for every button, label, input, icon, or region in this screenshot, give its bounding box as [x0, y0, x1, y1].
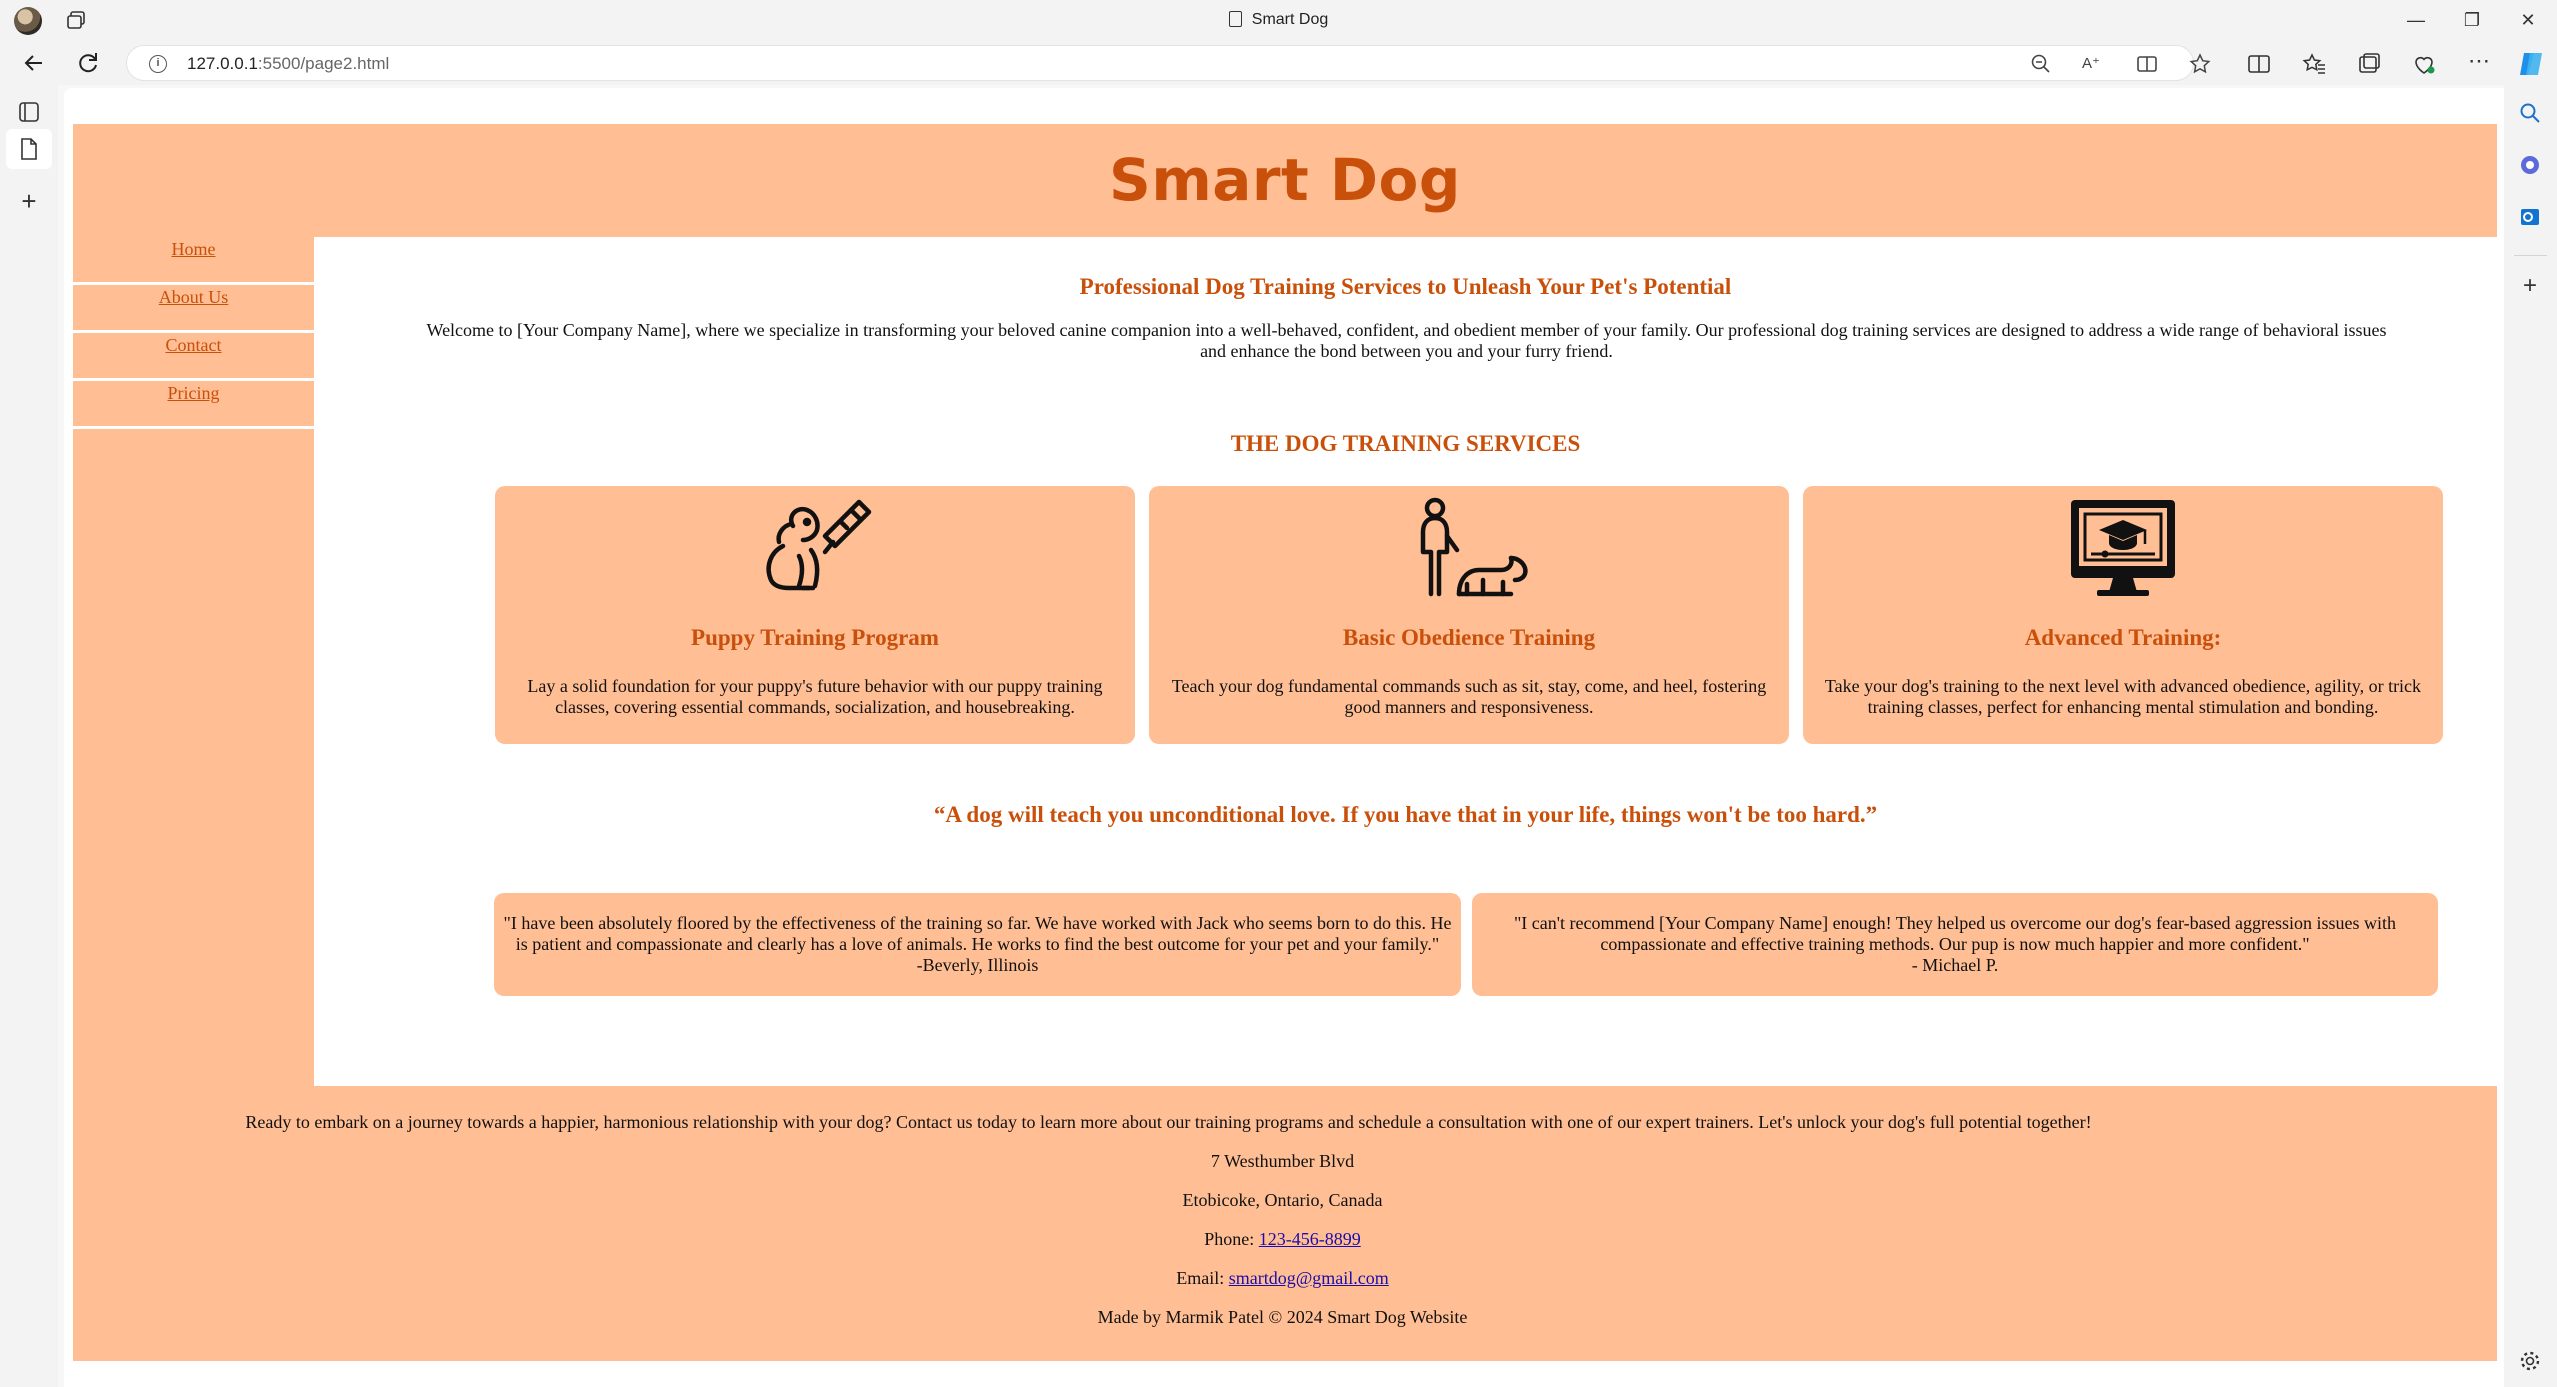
nav-item-about-us: About Us: [73, 285, 314, 333]
nav-link-home[interactable]: Home: [172, 239, 216, 259]
discover-icon[interactable]: [2518, 153, 2542, 177]
intro-heading: Professional Dog Training Services to Un…: [1079, 274, 1732, 299]
search-icon[interactable]: [2518, 101, 2542, 125]
footer-email: Email: smartdog@gmail.com: [323, 1268, 2242, 1289]
service-text-obedience: Teach your dog fundamental commands such…: [1171, 676, 1767, 717]
footer-address-line1: 7 Westhumber Blvd: [1210, 1151, 1355, 1171]
zoom-out-icon[interactable]: [2029, 52, 2053, 76]
browser-toolbar: i 127.0.0.1:5500/page2.html A⁺ ⋯: [0, 41, 2557, 85]
nav-link-pricing[interactable]: Pricing: [168, 383, 220, 403]
nav-link-contact[interactable]: Contact: [166, 335, 222, 355]
service-card-puppy: Puppy Training Program Lay a solid found…: [495, 486, 1135, 744]
puppy-training-icon: [766, 499, 872, 591]
refresh-icon[interactable]: [72, 47, 104, 79]
nav-item-contact: Contact: [73, 333, 314, 381]
testimonial-text: "I have been absolutely floored by the e…: [503, 913, 1452, 954]
add-sidebar-app-icon[interactable]: +: [2518, 274, 2542, 299]
sidebar-divider: [2514, 255, 2547, 256]
obedience-training-icon: [1420, 497, 1528, 597]
service-title-obedience: Basic Obedience Training: [1342, 625, 1596, 650]
testimonial-card: "I can't recommend [Your Company Name] e…: [1472, 893, 2438, 996]
page-icon: [21, 138, 37, 160]
testimonial-text: "I can't recommend [Your Company Name] e…: [1513, 913, 2397, 954]
featured-quote: “A dog will teach you unconditional love…: [933, 802, 1878, 827]
settings-gear-icon[interactable]: [2518, 1349, 2542, 1373]
service-card-obedience: Basic Obedience Training Teach your dog …: [1149, 486, 1789, 744]
minimize-button[interactable]: —: [2388, 4, 2444, 36]
footer-address-line2: Etobicoke, Ontario, Canada: [1182, 1190, 1383, 1210]
favorites-icon[interactable]: [2301, 51, 2327, 77]
testimonial-author: -Beverly, Illinois: [916, 955, 1039, 975]
url-text[interactable]: 127.0.0.1:5500/page2.html: [187, 54, 389, 74]
edge-sidebar: +: [2504, 85, 2557, 1387]
tab-current[interactable]: [6, 129, 52, 169]
footer-credit: Made by Marmik Patel © 2024 Smart Dog We…: [1097, 1307, 1468, 1327]
close-button[interactable]: ✕: [2500, 4, 2556, 36]
back-icon[interactable]: [18, 47, 50, 79]
footer-cta: Ready to embark on a journey towards a h…: [245, 1112, 2092, 1132]
testimonial-card: "I have been absolutely floored by the e…: [494, 893, 1461, 996]
collections-icon[interactable]: [2356, 51, 2382, 77]
site-info-icon[interactable]: i: [149, 55, 167, 73]
online-training-monitor-icon: [2071, 500, 2175, 596]
intro-paragraph: Welcome to [Your Company Name], where we…: [426, 320, 2387, 361]
service-title-advanced: Advanced Training:: [2024, 625, 2222, 650]
new-tab-icon[interactable]: +: [16, 188, 42, 215]
window-title-text: Smart Dog: [1251, 11, 1329, 28]
restore-button[interactable]: ❐: [2444, 4, 2500, 36]
site-header: Smart Dog: [73, 124, 2497, 237]
email-link[interactable]: smartdog@gmail.com: [1229, 1268, 1389, 1288]
vertical-tabs-rail: +: [0, 85, 58, 1387]
copilot-icon[interactable]: [2516, 49, 2546, 79]
nav-item-pricing: Pricing: [73, 381, 314, 429]
email-label: Email:: [1176, 1268, 1229, 1288]
service-text-advanced: Take your dog's training to the next lev…: [1824, 676, 2422, 717]
side-navigation: Home About Us Contact Pricing: [73, 237, 314, 1086]
nav-item-home: Home: [73, 237, 314, 285]
address-bar[interactable]: i 127.0.0.1:5500/page2.html A⁺: [126, 45, 2211, 81]
tab-actions-icon[interactable]: [16, 99, 42, 125]
phone-link[interactable]: 123-456-8899: [1259, 1229, 1361, 1249]
window-title: Smart Dog: [0, 11, 2557, 29]
outlook-icon[interactable]: [2518, 205, 2542, 229]
immersive-reader-icon[interactable]: [2135, 52, 2159, 76]
site-title: Smart Dog: [1109, 146, 1461, 214]
browser-essentials-icon[interactable]: [2411, 51, 2437, 77]
service-card-advanced: Advanced Training: Take your dog's train…: [1803, 486, 2443, 744]
nav-link-about-us[interactable]: About Us: [159, 287, 229, 307]
service-text-puppy: Lay a solid foundation for your puppy's …: [527, 676, 1103, 717]
service-title-puppy: Puppy Training Program: [691, 625, 939, 650]
testimonial-author: - Michael P.: [1911, 955, 1999, 975]
document-icon: [1228, 11, 1242, 27]
read-aloud-icon[interactable]: A⁺: [2082, 52, 2106, 76]
page-viewport: Smart Dog Home About Us Contact Pricing …: [64, 88, 2504, 1387]
split-screen-icon[interactable]: [2246, 51, 2272, 77]
favorite-star-icon[interactable]: [2188, 52, 2212, 76]
browser-titlebar: Smart Dog — ❐ ✕: [0, 0, 2557, 41]
site-footer: Ready to embark on a journey towards a h…: [73, 1086, 2497, 1361]
more-options-icon[interactable]: ⋯: [2466, 50, 2492, 77]
services-heading: THE DOG TRAINING SERVICES: [1230, 431, 1581, 456]
phone-label: Phone:: [1204, 1229, 1259, 1249]
main-content: Professional Dog Training Services to Un…: [314, 237, 2497, 1086]
footer-phone: Phone: 123-456-8899: [323, 1229, 2242, 1250]
